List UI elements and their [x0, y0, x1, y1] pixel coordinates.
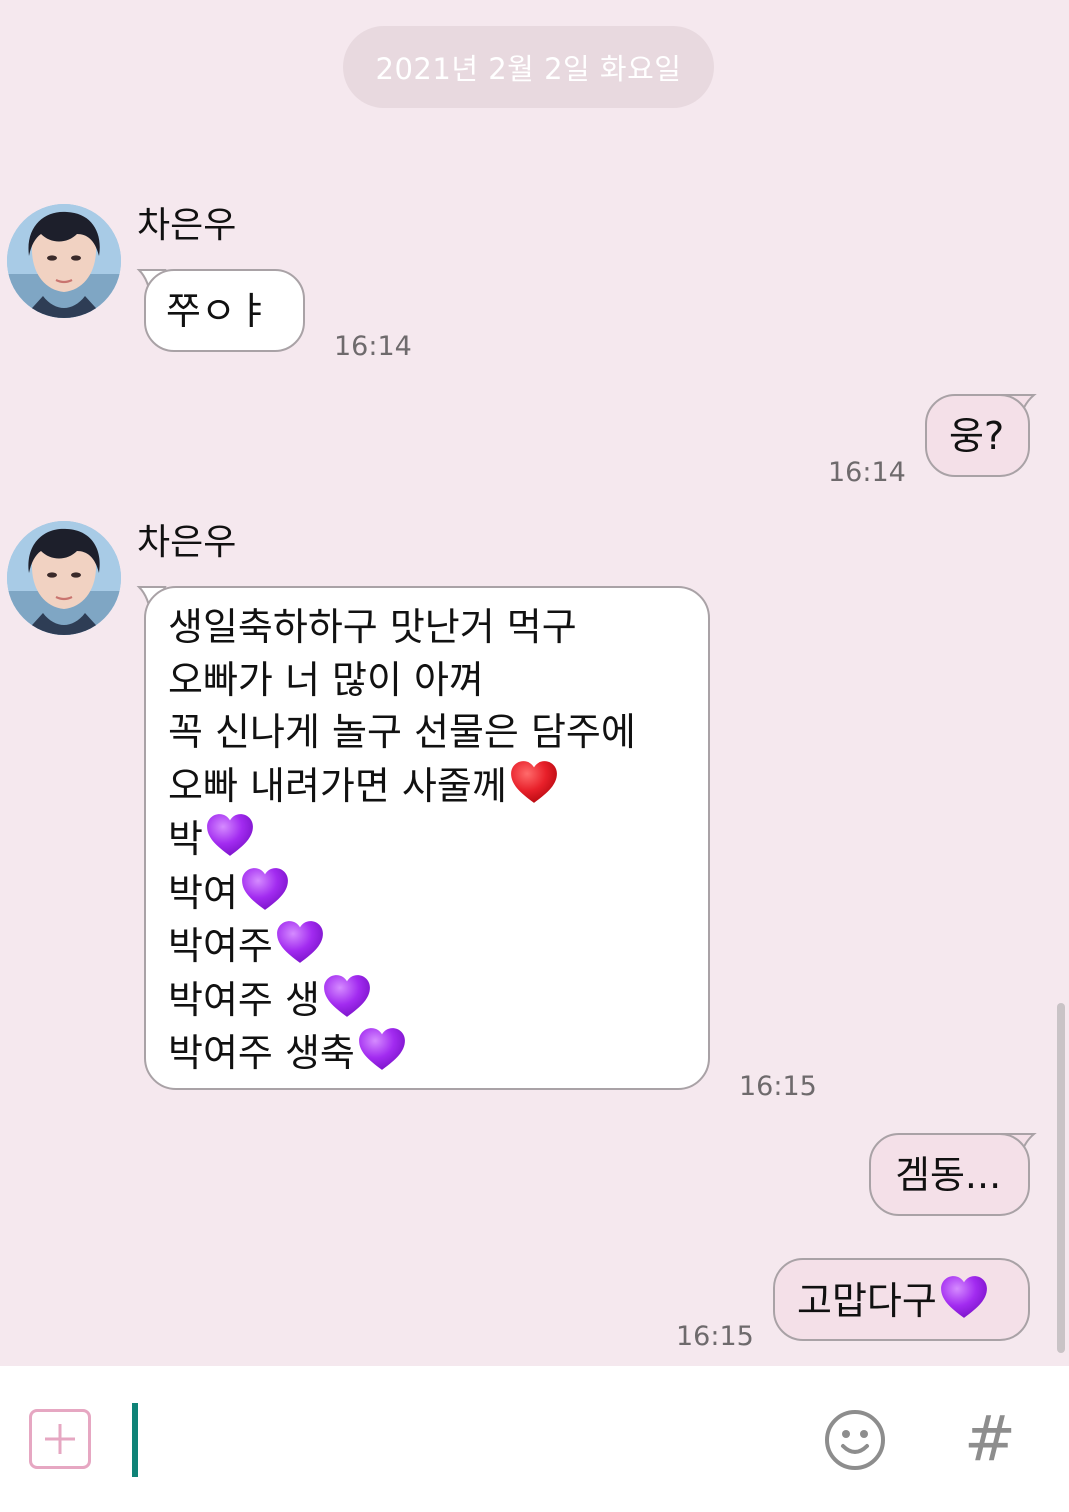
contact-avatar[interactable]: [7, 521, 121, 635]
message-text: 웅?: [949, 414, 1005, 458]
chat-scrollbar[interactable]: [1057, 1003, 1065, 1353]
message-text: 쭈ㅇㅑ: [166, 289, 271, 333]
sender-name: 차은우: [137, 205, 237, 246]
message-bubble[interactable]: 생일축하하구 맛난거 먹구 오빠가 너 많이 아껴 꼭 신나게 놀구 선물은 담…: [144, 586, 710, 1090]
message-text-line: 꼭 신나게 놀구 선물은 담주에: [168, 710, 636, 754]
message-bubble[interactable]: 고맙다구: [773, 1258, 1030, 1341]
message-text: 오빠 내려가면 사줄께: [168, 763, 507, 808]
message-text: 박: [168, 817, 203, 861]
message-text-line: 오빠가 너 많이 아껴: [168, 657, 484, 702]
message-line-with-emoji: 오빠 내려가면 사줄께: [168, 759, 708, 813]
sender-name: 차은우: [137, 522, 237, 563]
contact-avatar[interactable]: [7, 204, 121, 318]
message-text: 겜동...: [895, 1153, 1002, 1197]
message-bubble[interactable]: 웅?: [925, 394, 1030, 477]
date-divider: 2021년 2월 2일 화요일: [343, 26, 714, 108]
message-line-with-emoji: 박여주: [168, 919, 708, 973]
message-bubble[interactable]: 겜동...: [869, 1133, 1030, 1216]
message-text: 박여주 생: [168, 977, 320, 1022]
message-timestamp: 16:15: [676, 1321, 754, 1352]
red-heart-icon: [509, 759, 559, 805]
message-line-with-emoji: 박여주 생축: [168, 1026, 708, 1080]
message-timestamp: 16:15: [739, 1071, 817, 1102]
message-line-with-emoji: 박: [168, 812, 708, 866]
message-text: 박여: [168, 870, 238, 915]
message-input-bar: [0, 1366, 1069, 1512]
message-line-with-emoji: 박여: [168, 866, 708, 920]
message-timestamp: 16:14: [828, 457, 906, 488]
purple-heart-icon: [275, 919, 325, 965]
smiley-icon: [825, 1410, 885, 1470]
message-text: 박여주 생축: [168, 1031, 355, 1075]
text-input-cursor[interactable]: [132, 1403, 138, 1477]
message-bubble[interactable]: 쭈ㅇㅑ: [144, 269, 305, 352]
message-text: 박여주: [168, 924, 273, 968]
purple-heart-icon: [357, 1026, 407, 1072]
message-text-line: 생일축하하구 맛난거 먹구: [168, 605, 577, 649]
purple-heart-icon: [939, 1274, 989, 1320]
emoji-button[interactable]: [823, 1408, 887, 1472]
message-text: 고맙다구: [797, 1279, 937, 1323]
hashtag-button[interactable]: #: [959, 1404, 1021, 1474]
purple-heart-icon: [240, 866, 290, 912]
purple-heart-icon: [322, 973, 372, 1019]
message-timestamp: 16:14: [334, 331, 412, 362]
message-line-with-emoji: 박여주 생: [168, 973, 708, 1027]
plus-icon: [45, 1424, 75, 1454]
attach-plus-button[interactable]: [29, 1409, 91, 1469]
purple-heart-icon: [205, 812, 255, 858]
message-line-with-emoji: 고맙다구: [797, 1274, 1028, 1328]
